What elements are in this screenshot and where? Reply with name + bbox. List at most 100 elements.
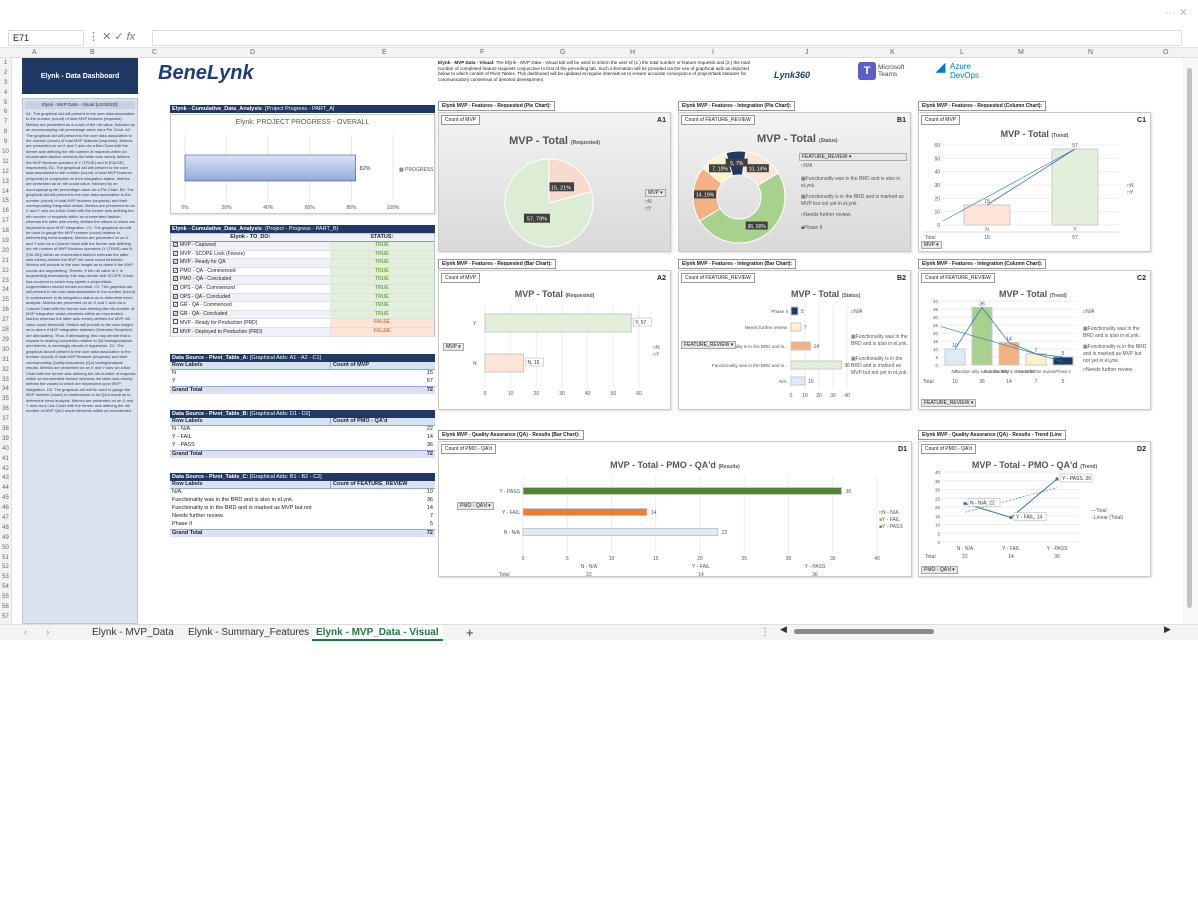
row-number[interactable]: 7 — [0, 117, 11, 127]
row-number[interactable]: 10 — [0, 147, 11, 157]
row-number[interactable]: 29 — [0, 335, 11, 345]
row-number[interactable]: 43 — [0, 473, 11, 483]
scroll-right-icon[interactable]: ▶ — [1164, 624, 1171, 635]
pivot-row-labels-header[interactable]: Row Labels — [170, 418, 330, 425]
add-sheet-button[interactable]: + — [466, 625, 474, 641]
row-number[interactable]: 56 — [0, 602, 11, 612]
todo-checkbox[interactable] — [173, 319, 178, 325]
row-number[interactable]: 49 — [0, 533, 11, 543]
pivot-value-header[interactable]: Count of MVP — [330, 362, 435, 369]
row-number[interactable]: 18 — [0, 226, 11, 236]
row-number[interactable]: 48 — [0, 523, 11, 533]
row-number[interactable]: 34 — [0, 384, 11, 394]
todo-checkbox[interactable]: ✓ — [173, 310, 178, 316]
next-sheet-icon[interactable]: › — [46, 625, 49, 641]
window-controls[interactable]: ··· ✕ — [1165, 6, 1188, 19]
vertical-scroll-thumb[interactable] — [1187, 68, 1192, 608]
row-number[interactable]: 40 — [0, 444, 11, 454]
row-number[interactable]: 38 — [0, 424, 11, 434]
scroll-left-icon[interactable]: ◀ — [780, 624, 787, 635]
row-number[interactable]: 22 — [0, 266, 11, 276]
a2-filter-button[interactable]: MVP ▾ — [443, 343, 464, 351]
row-number[interactable]: 47 — [0, 513, 11, 523]
chart-b1[interactable]: Count of FEATURE_REVIEW B1 MVP - Total (… — [678, 112, 911, 252]
prev-sheet-icon[interactable]: ‹ — [24, 625, 27, 641]
chart-d2[interactable]: Count of PMO - QA'd D2 MVP - Total - PMO… — [918, 441, 1151, 577]
row-number[interactable]: 52 — [0, 562, 11, 572]
pivot-row-labels-header[interactable]: Row Labels — [170, 481, 330, 488]
formula-input[interactable] — [152, 30, 1182, 46]
row-number[interactable]: 39 — [0, 434, 11, 444]
row-number[interactable]: 4 — [0, 88, 11, 98]
row-number[interactable]: 15 — [0, 196, 11, 206]
row-number[interactable]: 54 — [0, 582, 11, 592]
todo-checkbox[interactable]: ✓ — [173, 267, 178, 273]
chart-d1[interactable]: Count of PMO - QA'd D1 MVP - Total - PMO… — [438, 441, 912, 578]
name-box[interactable]: E71 — [8, 30, 84, 46]
horizontal-scrollbar[interactable]: ◀ ▶ — [780, 624, 1171, 636]
row-number[interactable]: 45 — [0, 493, 11, 503]
row-number[interactable]: 42 — [0, 464, 11, 474]
c1-filter-button[interactable]: MVP ▾ — [921, 241, 942, 249]
todo-checkbox[interactable] — [173, 327, 178, 333]
row-number[interactable]: 20 — [0, 246, 11, 256]
row-number[interactable]: 16 — [0, 206, 11, 216]
vertical-scrollbar[interactable] — [1182, 58, 1198, 624]
b1-filter-button[interactable]: FEATURE_REVIEW ▾ — [799, 153, 907, 161]
todo-checkbox[interactable]: ✓ — [173, 276, 178, 282]
row-number[interactable]: 30 — [0, 345, 11, 355]
chart-b2[interactable]: Count of FEATURE_REVIEW B2 MVP - Total (… — [678, 270, 911, 410]
tab-mvp-data-visual[interactable]: Elynk - MVP_Data - Visual — [312, 625, 443, 641]
row-number[interactable]: 33 — [0, 375, 11, 385]
row-number[interactable]: 12 — [0, 167, 11, 177]
chart-a2[interactable]: Count of MVP A2 MVP - Total (Requested) … — [438, 270, 671, 410]
todo-checkbox[interactable]: ✓ — [173, 259, 178, 265]
horizontal-scroll-thumb[interactable] — [794, 629, 934, 634]
row-number[interactable]: 27 — [0, 315, 11, 325]
row-number[interactable]: 14 — [0, 187, 11, 197]
row-number[interactable]: 36 — [0, 404, 11, 414]
row-number[interactable]: 41 — [0, 454, 11, 464]
todo-checkbox[interactable]: ✓ — [173, 302, 178, 308]
pivot-value-header[interactable]: Count of PMO - QA'd — [330, 418, 435, 425]
c2-filter-button[interactable]: FEATURE_REVIEW ▾ — [921, 399, 977, 407]
row-number[interactable]: 51 — [0, 553, 11, 563]
row-number[interactable]: 28 — [0, 325, 11, 335]
progress-chart[interactable]: Elynk: PROJECT PROGRESS - OVERALL 0% 20% 4… — [170, 114, 435, 214]
row-number[interactable]: 44 — [0, 483, 11, 493]
chart-a1[interactable]: Count of MVP A1 MVP - Total (Requested) … — [438, 112, 671, 252]
row-number[interactable]: 57 — [0, 612, 11, 622]
todo-checkbox[interactable]: ✓ — [173, 284, 178, 290]
row-number[interactable]: 55 — [0, 592, 11, 602]
todo-checkbox[interactable]: ✓ — [173, 293, 178, 299]
row-number[interactable]: 53 — [0, 572, 11, 582]
row-number[interactable]: 2 — [0, 68, 11, 78]
row-number[interactable]: 11 — [0, 157, 11, 167]
row-number[interactable]: 17 — [0, 216, 11, 226]
row-number[interactable]: 32 — [0, 365, 11, 375]
row-number[interactable]: 1 — [0, 58, 11, 68]
row-number[interactable]: 26 — [0, 305, 11, 315]
todo-checkbox[interactable]: ✓ — [173, 250, 178, 256]
d2-filter-button[interactable]: PMO - QA'd ▾ — [921, 566, 958, 574]
row-number[interactable]: 35 — [0, 394, 11, 404]
row-number[interactable]: 6 — [0, 107, 11, 117]
row-number[interactable]: 50 — [0, 543, 11, 553]
row-number[interactable]: 5 — [0, 98, 11, 108]
row-number[interactable]: 19 — [0, 236, 11, 246]
d1-filter-button[interactable]: PMO - QA'd ▾ — [457, 502, 494, 510]
tab-summary-features[interactable]: Elynk - Summary_Features — [188, 625, 309, 641]
row-number[interactable]: 25 — [0, 295, 11, 305]
row-number[interactable]: 23 — [0, 276, 11, 286]
row-number[interactable]: 13 — [0, 177, 11, 187]
tab-options-icon[interactable]: ⋮ — [760, 625, 770, 641]
row-number[interactable]: 37 — [0, 414, 11, 424]
pivot-value-header[interactable]: Count of FEATURE_REVIEW — [330, 481, 435, 488]
row-number[interactable]: 3 — [0, 78, 11, 88]
b2-filter-button[interactable]: FEATURE_REVIEW ▾ — [681, 341, 737, 349]
todo-checkbox[interactable]: ✓ — [173, 242, 178, 247]
row-number[interactable]: 8 — [0, 127, 11, 137]
a1-filter-button[interactable]: MVP ▾ — [645, 189, 666, 197]
row-number[interactable]: 24 — [0, 285, 11, 295]
row-number[interactable]: 31 — [0, 355, 11, 365]
